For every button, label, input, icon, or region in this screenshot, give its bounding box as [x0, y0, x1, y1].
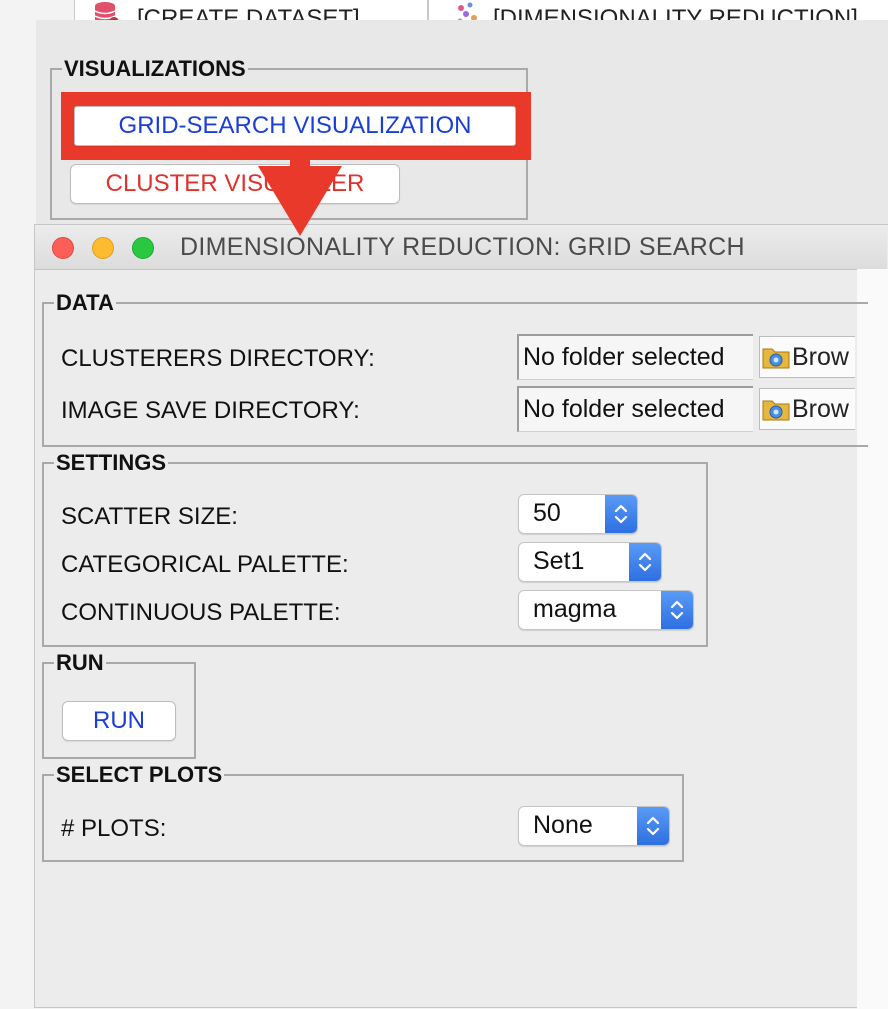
cluster-visualizer-button[interactable]: CLUSTER VISUALIZER — [70, 164, 400, 204]
plots-count-label: # PLOTS: — [61, 815, 167, 842]
clusterers-browse-label: Brow — [792, 342, 849, 371]
run-button[interactable]: RUN — [62, 701, 176, 741]
plots-count-select[interactable]: None — [518, 806, 670, 846]
image-save-directory-field[interactable]: No folder selected — [517, 386, 753, 432]
visualizations-legend: VISUALIZATIONS — [64, 56, 246, 81]
data-legend: DATA — [56, 290, 114, 315]
close-window-button[interactable] — [52, 237, 74, 259]
zoom-window-button[interactable] — [132, 237, 154, 259]
plots-count-value: None — [533, 811, 593, 839]
continuous-palette-value: magma — [533, 595, 617, 623]
grid-search-visualization-button[interactable]: GRID-SEARCH VISUALIZATION — [74, 106, 516, 146]
categorical-palette-select[interactable]: Set1 — [518, 542, 662, 582]
chevron-updown-icon — [661, 591, 693, 629]
chevron-updown-icon — [629, 543, 661, 581]
continuous-palette-label: CONTINUOUS PALETTE: — [61, 599, 341, 626]
annotation-arrow-icon — [258, 156, 342, 236]
scatter-size-label: SCATTER SIZE: — [61, 503, 238, 530]
clusterers-directory-field[interactable]: No folder selected — [517, 334, 753, 380]
continuous-palette-select[interactable]: magma — [518, 590, 694, 630]
window-titlebar: DIMENSIONALITY REDUCTION: GRID SEARCH — [35, 225, 887, 270]
scatter-size-select[interactable]: 50 — [518, 494, 638, 534]
image-save-browse-label: Brow — [792, 394, 849, 423]
settings-legend: SETTINGS — [56, 450, 167, 475]
categorical-palette-label: CATEGORICAL PALETTE: — [61, 551, 349, 578]
scatter-size-value: 50 — [533, 499, 561, 527]
chevron-updown-icon — [637, 807, 669, 845]
grid-search-visualization-label: GRID-SEARCH VISUALIZATION — [118, 112, 472, 139]
categorical-palette-value: Set1 — [533, 547, 585, 575]
folder-icon — [762, 396, 790, 422]
minimize-window-button[interactable] — [92, 237, 114, 259]
run-button-label: RUN — [93, 707, 145, 734]
clusterers-directory-label: CLUSTERERS DIRECTORY: — [61, 345, 375, 372]
select-plots-legend: SELECT PLOTS — [56, 762, 223, 787]
image-save-directory-label: IMAGE SAVE DIRECTORY: — [61, 397, 360, 424]
image-save-browse-button[interactable]: Brow — [759, 388, 855, 430]
chevron-updown-icon — [605, 495, 637, 533]
run-legend: RUN — [56, 650, 104, 675]
folder-icon — [762, 344, 790, 370]
clusterers-browse-button[interactable]: Brow — [759, 336, 855, 378]
